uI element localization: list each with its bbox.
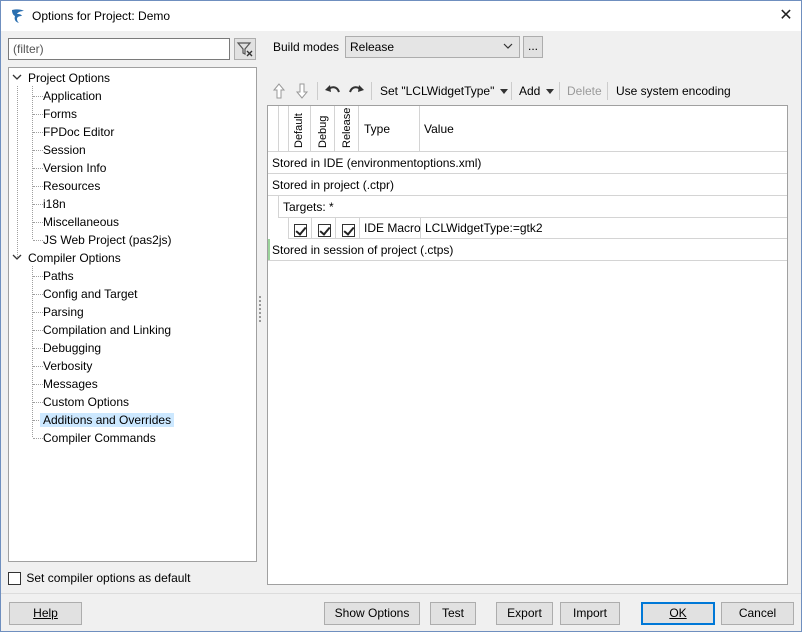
- export-button[interactable]: Export: [496, 602, 553, 625]
- tree-item-compiler-commands[interactable]: Compiler Commands: [40, 429, 159, 447]
- tree-item-application[interactable]: Application: [40, 87, 105, 105]
- section-stored-project[interactable]: Stored in project (.ctpr): [268, 174, 787, 196]
- use-system-encoding-button[interactable]: Use system encoding: [616, 79, 731, 103]
- tree-item-session[interactable]: Session: [40, 141, 89, 159]
- tree-item-fpdoc-editor[interactable]: FPDoc Editor: [40, 123, 117, 141]
- debug-cell[interactable]: [313, 217, 336, 238]
- additions-grid[interactable]: Default Debug Release Type Value Stored …: [267, 105, 788, 585]
- set-default-checkbox[interactable]: Set compiler options as default: [8, 570, 190, 586]
- tree-item-version-info[interactable]: Version Info: [40, 159, 109, 177]
- cancel-button[interactable]: Cancel: [721, 602, 794, 625]
- redo-icon[interactable]: [347, 82, 365, 100]
- window-title: Options for Project: Demo: [32, 9, 171, 23]
- move-up-icon[interactable]: [271, 82, 287, 100]
- add-label: Add: [519, 84, 541, 98]
- options-tree[interactable]: Project Options Application Forms FPDoc …: [8, 67, 257, 562]
- move-down-icon[interactable]: [294, 82, 310, 100]
- filter-clear-icon: [236, 42, 253, 57]
- release-checkbox[interactable]: [341, 223, 355, 237]
- col-header-default[interactable]: Default: [288, 106, 311, 152]
- tree-item-miscellaneous[interactable]: Miscellaneous: [40, 213, 122, 231]
- default-checkbox[interactable]: [293, 223, 307, 237]
- show-options-button[interactable]: Show Options: [324, 602, 420, 625]
- clear-filter-button[interactable]: [234, 38, 256, 60]
- col-header-type[interactable]: Type: [360, 106, 420, 152]
- options-dialog: Options for Project: Demo ✕ (filter) Pro…: [0, 0, 802, 632]
- set-widget-type-label: Set "LCLWidgetType": [380, 84, 495, 98]
- section-stored-session[interactable]: Stored in session of project (.ctps): [268, 239, 787, 261]
- dropdown-arrow-icon: [545, 89, 554, 94]
- set-widget-type-button[interactable]: Set "LCLWidgetType": [380, 79, 508, 103]
- debug-checkbox[interactable]: [317, 223, 331, 237]
- import-button[interactable]: Import: [560, 602, 620, 625]
- close-icon[interactable]: ✕: [771, 1, 801, 31]
- tree-item-messages[interactable]: Messages: [40, 375, 101, 393]
- lazarus-app-icon: [12, 9, 24, 23]
- bottom-divider: [1, 593, 801, 594]
- tree-item-compilation-and-linking[interactable]: Compilation and Linking: [40, 321, 174, 339]
- col-header-debug[interactable]: Debug: [312, 106, 335, 152]
- undo-icon[interactable]: [324, 82, 342, 100]
- toolbar: Set "LCLWidgetType" Add Delete Use syste…: [268, 79, 788, 103]
- help-button[interactable]: Help: [9, 602, 82, 625]
- chevron-down-icon[interactable]: [12, 68, 22, 86]
- set-default-checkbox-box[interactable]: [8, 572, 21, 586]
- test-button[interactable]: Test: [430, 602, 476, 625]
- release-cell[interactable]: [337, 217, 360, 238]
- table-row[interactable]: IDE Macro LCLWidgetType:=gtk2: [288, 217, 787, 239]
- tree-item-config-and-target[interactable]: Config and Target: [40, 285, 141, 303]
- tree-item-i18n[interactable]: i18n: [40, 195, 69, 213]
- tree-item-forms[interactable]: Forms: [40, 105, 80, 123]
- delete-button[interactable]: Delete: [567, 79, 602, 103]
- filter-input[interactable]: (filter): [8, 38, 230, 60]
- tree-item-custom-options[interactable]: Custom Options: [40, 393, 132, 411]
- type-cell[interactable]: IDE Macro: [361, 217, 421, 238]
- title-bar: Options for Project: Demo ✕: [1, 1, 801, 31]
- tree-item-paths[interactable]: Paths: [40, 267, 77, 285]
- tree-node-compiler-options[interactable]: Compiler Options: [25, 249, 124, 267]
- panel-splitter[interactable]: [258, 296, 262, 326]
- dropdown-arrow-icon: [499, 89, 508, 94]
- tree-node-project-options[interactable]: Project Options: [25, 69, 113, 87]
- default-cell[interactable]: [289, 217, 312, 238]
- build-modes-label: Build modes: [273, 40, 340, 54]
- set-default-checkbox-label: Set compiler options as default: [26, 571, 191, 585]
- tree-item-debugging[interactable]: Debugging: [40, 339, 104, 357]
- value-cell[interactable]: LCLWidgetType:=gtk2: [421, 217, 788, 238]
- ok-button[interactable]: OK: [641, 602, 715, 625]
- build-modes-value: Release: [350, 40, 395, 54]
- tree-item-additions-and-overrides[interactable]: Additions and Overrides: [40, 411, 175, 429]
- chevron-down-icon: [503, 43, 513, 49]
- tree-item-parsing[interactable]: Parsing: [40, 303, 87, 321]
- col-header-release[interactable]: Release: [336, 106, 359, 152]
- col-header-value[interactable]: Value: [420, 106, 787, 152]
- tree-item-js-web-project[interactable]: JS Web Project (pas2js): [40, 231, 175, 249]
- add-button[interactable]: Add: [519, 79, 554, 103]
- section-stored-ide[interactable]: Stored in IDE (environmentoptions.xml): [268, 152, 787, 174]
- grid-header: Default Debug Release Type Value: [268, 106, 787, 152]
- tree-item-resources[interactable]: Resources: [40, 177, 103, 195]
- chevron-down-icon[interactable]: [12, 248, 22, 266]
- targets-row[interactable]: Targets: *: [278, 196, 787, 218]
- build-modes-more-button[interactable]: ...: [523, 36, 543, 58]
- tree-item-verbosity[interactable]: Verbosity: [40, 357, 95, 375]
- build-modes-select[interactable]: Release: [345, 36, 520, 58]
